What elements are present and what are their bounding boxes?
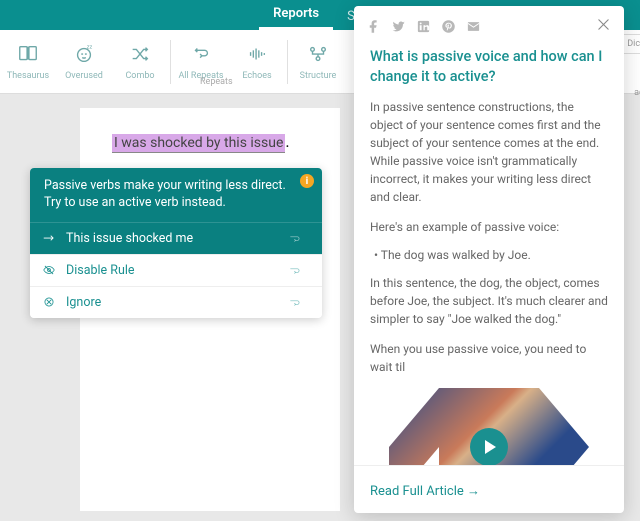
twitter-icon[interactable] (391, 19, 406, 34)
separator (287, 40, 288, 84)
suggestion-headline: Passive verbs make your writing less dir… (44, 178, 308, 212)
tool-label: Echoes (229, 71, 285, 81)
cancel-icon (42, 295, 56, 309)
panel-title: What is passive voice and how can I chan… (370, 47, 608, 86)
facebook-icon[interactable] (366, 19, 381, 34)
text: . (285, 132, 289, 151)
help-panel: What is passive voice and how can I chan… (354, 6, 624, 513)
panel-footer: Read Full Article → (354, 465, 624, 513)
apply-icon (288, 295, 302, 309)
close-icon (595, 16, 612, 33)
separator (170, 40, 171, 84)
tool-all-repeats[interactable]: All Repeats (173, 43, 229, 81)
tool-echoes[interactable]: Echoes (229, 43, 285, 81)
structure-icon (307, 43, 329, 65)
suggestion-rewrite-text: This issue shocked me (66, 231, 193, 246)
suggestion-rewrite[interactable]: This issue shocked me (30, 222, 322, 254)
read-full-article-link[interactable]: Read Full Article → (370, 484, 480, 499)
email-icon[interactable] (466, 19, 481, 34)
sleepy-face-icon: zz (73, 43, 95, 65)
eye-off-icon (42, 263, 56, 277)
suggestion-disable-text: Disable Rule (66, 263, 135, 278)
suggestion-disable[interactable]: Disable Rule (30, 254, 322, 286)
panel-share-bar (354, 6, 624, 43)
sound-wave-icon (246, 43, 268, 65)
arrow-right-icon (42, 231, 56, 245)
tool-overused[interactable]: zz Overused (56, 43, 112, 81)
repeat-icon (190, 43, 212, 65)
tool-structure[interactable]: Structure (290, 43, 346, 81)
panel-bullet: • The dog was walked by Joe. (370, 248, 608, 262)
tab-reports[interactable]: Reports (259, 0, 333, 30)
panel-paragraph: Here's an example of passive voice: (370, 218, 608, 236)
info-icon[interactable]: i (300, 174, 314, 188)
highlighted-text[interactable]: I was shocked by this issue (112, 134, 285, 153)
shuffle-icon (129, 43, 151, 65)
book-icon (17, 43, 39, 65)
toolbar-group-label: Repeats (200, 77, 233, 87)
linkedin-icon[interactable] (416, 19, 431, 34)
tool-label: Thesaurus (0, 71, 56, 81)
suggestion-card: Passive verbs make your writing less dir… (30, 168, 322, 318)
right-edge-adab: adab (634, 88, 640, 98)
close-button[interactable] (595, 16, 612, 37)
panel-body: What is passive voice and how can I chan… (354, 43, 624, 465)
panel-paragraph: In passive sentence constructions, the o… (370, 98, 608, 206)
pinterest-icon[interactable] (441, 19, 456, 34)
panel-paragraph: When you use passive voice, you need to … (370, 340, 608, 376)
tool-combo[interactable]: Combo (112, 43, 168, 81)
suggestion-ignore-text: Ignore (66, 295, 101, 310)
suggestion-ignore[interactable]: Ignore (30, 286, 322, 318)
tool-label: Combo (112, 71, 168, 81)
tool-thesaurus[interactable]: Thesaurus (0, 43, 56, 81)
apply-icon (288, 263, 302, 277)
apply-icon (288, 231, 302, 245)
panel-video[interactable]: aining wasd in 4 schools. (389, 388, 589, 465)
tool-label: Overused (56, 71, 112, 81)
tool-label: Structure (290, 71, 346, 81)
panel-paragraph: In this sentence, the dog, the object, c… (370, 274, 608, 328)
svg-text:zz: zz (87, 44, 93, 50)
suggestion-header: Passive verbs make your writing less dir… (30, 168, 322, 222)
play-icon[interactable] (470, 428, 508, 465)
